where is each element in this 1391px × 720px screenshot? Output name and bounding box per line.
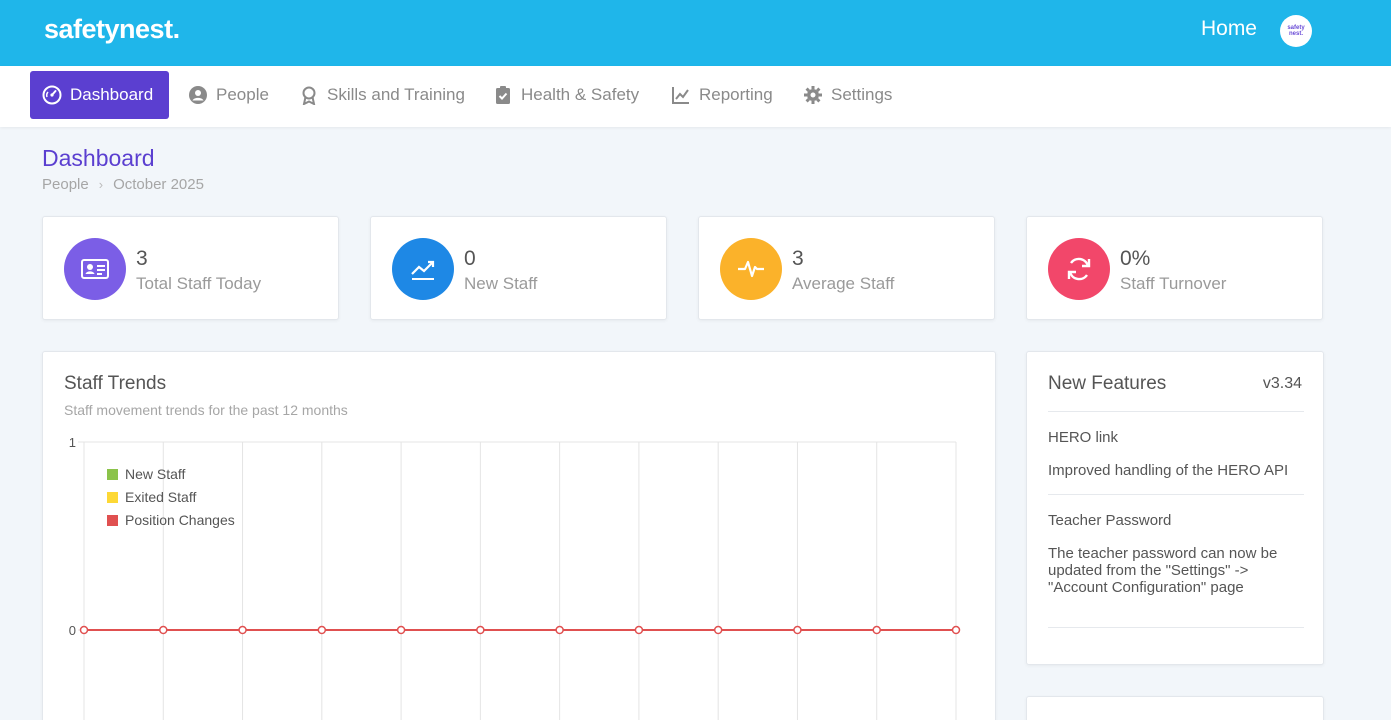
breadcrumb-item: October 2025 <box>113 176 204 193</box>
y-tick-label: 0 <box>69 623 76 638</box>
line-chart-icon <box>672 87 689 104</box>
page-title: Dashboard <box>42 145 155 171</box>
nav-reporting[interactable]: Reporting <box>659 71 785 119</box>
trend-up-icon <box>392 238 454 300</box>
divider <box>1048 627 1304 628</box>
data-point <box>79 625 89 635</box>
nav-health-label: Health & Safety <box>521 85 640 104</box>
top-bar: safetynest. Home safety nest. <box>0 0 1391 66</box>
stat-card-total-staff: 3 Total Staff Today <box>42 216 339 320</box>
nav-skills-training[interactable]: Skills and Training <box>287 71 477 119</box>
nav-people-label: People <box>216 85 269 104</box>
stat-value: 3 <box>792 247 804 270</box>
home-link[interactable]: Home <box>1201 17 1257 41</box>
staff-trends-chart: 1 0 New Staff Exited Staff Position Changes <box>69 435 961 720</box>
staff-trends-card: Staff Trends Staff movement trends for t… <box>42 351 996 720</box>
stat-label: Total Staff Today <box>136 274 262 293</box>
dashboard-icon <box>42 85 62 105</box>
stat-label: Average Staff <box>792 274 895 293</box>
feature-body: Improved handling of the HERO API <box>1048 462 1289 479</box>
nav-health-safety[interactable]: Health & Safety <box>481 71 651 119</box>
breadcrumb: People › October 2025 <box>42 176 204 193</box>
data-point <box>713 625 723 635</box>
data-point <box>159 625 168 635</box>
nav-settings-label: Settings <box>831 85 893 104</box>
divider <box>1048 411 1304 412</box>
data-point <box>317 625 327 635</box>
legend-label: Exited Staff <box>125 489 196 505</box>
award-icon <box>302 86 316 105</box>
person-icon <box>189 86 207 104</box>
refresh-icon <box>1048 238 1110 300</box>
avatar[interactable]: safety nest. <box>1280 15 1312 47</box>
stat-value: 0 <box>464 247 476 270</box>
legend-swatch <box>107 469 118 480</box>
chevron-right-icon: › <box>98 177 104 192</box>
feature-heading: Teacher Password <box>1048 512 1172 529</box>
stat-card-new-staff: 0 New Staff <box>370 216 667 320</box>
data-point <box>476 625 485 635</box>
brand-logo[interactable]: safetynest. <box>44 14 180 45</box>
secondary-card <box>1026 696 1324 720</box>
data-point <box>793 625 802 635</box>
data-point <box>238 625 247 635</box>
feature-heading: HERO link <box>1048 429 1119 446</box>
stat-value: 3 <box>136 247 148 270</box>
nav-reporting-label: Reporting <box>699 85 773 104</box>
stat-card-staff-turnover: 0% Staff Turnover <box>1026 216 1323 320</box>
main-nav: Dashboard People Skills and Training Hea… <box>0 66 1391 127</box>
nav-settings[interactable]: Settings <box>791 71 904 119</box>
stat-label: Staff Turnover <box>1120 274 1227 293</box>
stat-value: 0% <box>1120 247 1151 270</box>
nav-dashboard[interactable]: Dashboard <box>30 71 169 119</box>
y-tick-label: 1 <box>69 435 76 450</box>
id-card-icon <box>64 238 126 300</box>
stat-label: New Staff <box>464 274 538 293</box>
divider <box>1048 494 1304 495</box>
nav-people[interactable]: People <box>176 71 281 119</box>
new-features-card: New Features v3.34 HERO link Improved ha… <box>1026 351 1324 665</box>
data-point <box>634 625 644 635</box>
feature-body: The teacher password can now be updated … <box>1048 545 1278 596</box>
nav-dashboard-label: Dashboard <box>70 85 154 104</box>
clipboard-check-icon <box>496 86 510 104</box>
legend-swatch <box>107 492 118 503</box>
nav-skills-label: Skills and Training <box>327 85 465 104</box>
stat-card-average-staff: 3 Average Staff <box>698 216 995 320</box>
pulse-icon <box>720 238 782 300</box>
data-point <box>555 625 564 635</box>
gear-icon <box>804 86 822 104</box>
features-title: New Features <box>1048 373 1167 394</box>
legend-swatch <box>107 515 118 526</box>
breadcrumb-item[interactable]: People <box>42 176 89 193</box>
data-point <box>396 625 406 635</box>
features-version: v3.34 <box>1262 375 1302 392</box>
legend-label: New Staff <box>125 466 186 482</box>
data-point <box>951 625 961 635</box>
data-point <box>872 625 881 635</box>
legend-label: Position Changes <box>125 512 235 528</box>
